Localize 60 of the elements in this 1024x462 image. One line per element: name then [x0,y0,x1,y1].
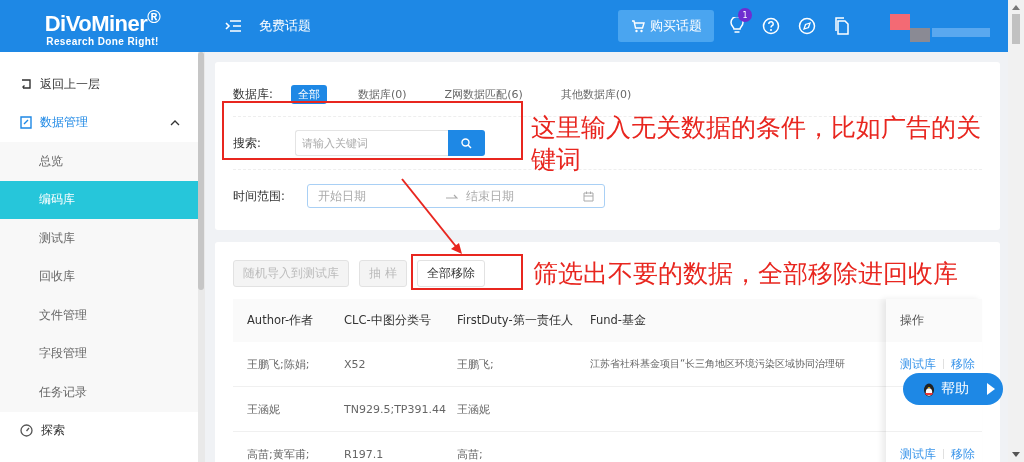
lightbulb-icon[interactable] [730,17,744,35]
action-button[interactable]: 全部移除 [416,260,485,287]
compass-icon[interactable] [798,17,816,35]
menu-icon[interactable] [225,19,241,33]
table-cell-text: 王涵妮 [456,401,491,417]
copy-icon[interactable] [834,17,850,35]
filter-tab[interactable]: Z网数据匹配(6) [437,84,530,104]
row-action-link[interactable]: 测试库 [900,446,936,462]
table-cell-text: X52 [343,357,367,371]
table-cell-text: 高苗; [456,446,484,462]
sidebar-subitem[interactable]: 回收库 [0,257,198,296]
column-header: Fund-基金 [589,313,647,328]
help-button[interactable]: 帮助 [903,373,1003,405]
penguin-icon [923,381,935,397]
notification-badge: 1 [738,8,752,22]
scroll-down-icon[interactable] [1012,452,1020,457]
filter-tab[interactable]: 其他数据库(0) [553,84,639,104]
table-cell-text: 江苏省社科基金项目“长三角地区环境污染区域协同治理研 [589,357,847,371]
tagline: Research Done Right! [46,36,159,48]
annotation-text: 筛选出不要的数据，全部移除进回收库 [533,258,958,290]
column-header: Author-作者 [246,313,315,328]
table-cell-text: 王涵妮 [246,401,281,417]
sidebar-item[interactable]: 探索 [0,411,198,450]
logo: DiVoMiner$^{®}$ [44,4,161,37]
table-cell-text: 王鹏飞; [456,356,495,372]
scroll-up-icon[interactable] [1012,5,1020,10]
field-label: 数据库: [233,86,274,102]
row-action-link[interactable]: 测试库 [900,356,936,372]
column-header: FirstDuty-第一责任人 [456,313,574,328]
row-action-link[interactable]: 移除 [951,356,975,372]
sidebar-subitem[interactable]: 文件管理 [0,296,198,335]
chevron-icon [170,119,180,126]
page-title: 免费话题 [259,17,311,35]
row-action-link[interactable]: 移除 [951,446,975,462]
filter-tab[interactable]: 数据库(0) [351,84,414,104]
sidebar-subitem[interactable]: 字段管理 [0,334,198,373]
search-button[interactable] [448,130,485,156]
table-cell-text: 高苗;黄军甫; [246,446,311,462]
field-label: 时间范围: [233,188,286,204]
sidebar-item[interactable]: 返回上一层 [0,65,198,104]
field-label: 搜索: [233,135,262,151]
cart-icon [630,19,645,33]
help-icon[interactable] [762,17,780,35]
table-cell-text: R197.1 [343,447,385,461]
sidebar-subitem[interactable]: 任务记录 [0,373,198,412]
search-field[interactable]: 请输入关键词 [295,130,448,156]
column-header: CLC-中图分类号 [343,313,432,328]
search-icon [461,137,472,149]
calendar-icon [583,190,594,202]
sidebar-subitem[interactable]: 总览 [0,142,198,181]
document-edit-icon [20,116,32,130]
gauge-icon [20,424,33,438]
return-icon [20,79,32,90]
column-header: 操作 [900,313,924,328]
scrollbar[interactable] [1008,0,1024,462]
annotation-text: 这里输入无关数据的条件，比如广告的关键词 [531,112,981,176]
sidebar-group[interactable]: 数据管理 [0,103,198,142]
sidebar-subitem[interactable]: 测试库 [0,219,198,258]
table-cell-text: 王鹏飞;陈娟; [246,356,311,372]
play-icon [987,383,995,395]
